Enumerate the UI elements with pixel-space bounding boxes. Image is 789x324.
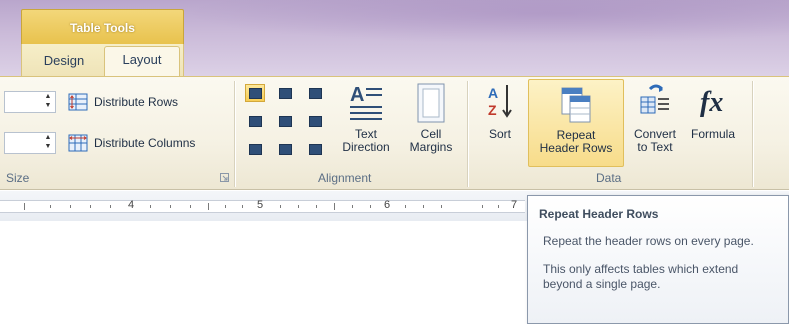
cell-margins-icon (417, 83, 445, 123)
distribute-rows-label: Distribute Rows (94, 95, 179, 109)
convert-to-text-label-2: to Text (637, 140, 673, 154)
ruler-number: 5 (257, 199, 264, 211)
ruler-number: 7 (511, 199, 518, 211)
svg-text:A: A (350, 84, 364, 106)
group-separator (467, 81, 468, 187)
spin-up-down-icon[interactable]: ▲ ▼ (41, 92, 55, 112)
ruler-tick (225, 205, 226, 208)
distribute-columns-button[interactable]: Distribute Columns (68, 132, 195, 154)
ruler-tick (280, 205, 281, 208)
text-direction-icon: A (350, 84, 382, 120)
distribute-rows-button[interactable]: Distribute Rows (68, 91, 178, 113)
tooltip-title: Repeat Header Rows (539, 207, 659, 221)
align-center-left-button[interactable] (245, 112, 265, 130)
align-icon (249, 116, 262, 127)
cell-margins-button[interactable]: Cell Margins (402, 81, 460, 165)
dialog-launcher-icon[interactable] (220, 173, 229, 182)
ruler-tick (352, 205, 353, 208)
formula-button[interactable]: fx Formula (684, 81, 742, 165)
group-separator (234, 81, 235, 187)
text-direction-label-2: Direction (342, 140, 390, 154)
contextual-tab-header: Table Tools (21, 9, 184, 44)
align-icon (279, 116, 292, 127)
distribute-rows-icon (68, 93, 88, 111)
ruler-tick (150, 205, 151, 208)
align-icon (309, 88, 322, 99)
group-label-data: Data (596, 171, 622, 185)
align-icon (249, 144, 262, 155)
align-bottom-left-button[interactable] (245, 140, 265, 158)
distribute-columns-icon (68, 134, 88, 152)
ruler-tick (190, 205, 191, 208)
ruler-tick (70, 205, 71, 208)
align-center-right-button[interactable] (305, 112, 325, 130)
ruler-tick (405, 205, 406, 208)
align-icon (309, 144, 322, 155)
align-icon (279, 144, 292, 155)
ruler-tick (50, 205, 51, 208)
align-top-right-button[interactable] (305, 84, 325, 102)
repeat-header-rows-icon (561, 87, 591, 123)
formula-fx-icon: fx (700, 87, 723, 118)
ruler-number: 4 (128, 199, 135, 211)
repeat-header-rows-button[interactable]: Repeat Header Rows (528, 79, 624, 167)
align-center-button[interactable] (275, 112, 295, 130)
ruler-tick (370, 205, 371, 208)
svg-text:Z: Z (488, 102, 497, 118)
align-top-center-button[interactable] (275, 84, 295, 102)
tooltip-note: This only affects tables which extend be… (543, 262, 739, 291)
ruler-tick (110, 205, 111, 208)
align-icon (279, 88, 292, 99)
column-width-spinner[interactable]: ▲ ▼ (4, 132, 56, 154)
ruler-number: 6 (384, 199, 391, 211)
align-bottom-center-button[interactable] (275, 140, 295, 158)
ruler-tick (482, 205, 483, 208)
convert-to-text-button[interactable]: Convert to Text (626, 81, 684, 165)
formula-label: Formula (690, 127, 735, 141)
row-height-spinner[interactable]: ▲ ▼ (4, 91, 56, 113)
ruler-tick (90, 205, 91, 208)
ruler-tick (334, 203, 335, 210)
distribute-columns-label: Distribute Columns (94, 136, 196, 150)
ruler-tick (208, 203, 209, 210)
group-label-size: Size (6, 171, 30, 185)
ruler-tick (242, 205, 243, 208)
ruler-tick (423, 205, 424, 208)
align-top-left-button[interactable] (245, 84, 265, 102)
sort-label: Sort (488, 127, 511, 141)
spin-up-down-icon[interactable]: ▲ ▼ (41, 133, 55, 153)
ruler-tick (441, 205, 442, 208)
tooltip-repeat-header-rows: Repeat Header Rows Repeat the header row… (527, 195, 789, 324)
group-label-alignment: Alignment (318, 171, 372, 185)
svg-text:fx: fx (700, 87, 723, 118)
group-separator (752, 81, 753, 187)
tab-design[interactable]: Design (34, 48, 94, 76)
text-direction-button[interactable]: A Text Direction (332, 81, 400, 165)
ruler-tick (498, 205, 499, 208)
tooltip-description: Repeat the header rows on every page. (543, 234, 754, 248)
align-icon (309, 116, 322, 127)
svg-text:A: A (488, 85, 498, 101)
cell-margins-label-2: Margins (409, 140, 453, 154)
ruler-tick (298, 205, 299, 208)
sort-az-icon: A Z (488, 85, 512, 118)
align-bottom-right-button[interactable] (305, 140, 325, 158)
convert-to-text-icon (640, 84, 669, 114)
align-icon (249, 88, 262, 99)
ribbon: ▲ ▼ ▲ ▼ Distribute Rows Distribute Columns… (0, 76, 789, 190)
ruler-tick (170, 205, 171, 208)
ruler-tick (316, 205, 317, 208)
sort-button[interactable]: A Z Sort (478, 81, 522, 165)
tab-layout[interactable]: Layout (104, 46, 180, 76)
repeat-header-rows-label-2: Header Rows (539, 141, 613, 155)
ruler-tick (24, 203, 25, 210)
